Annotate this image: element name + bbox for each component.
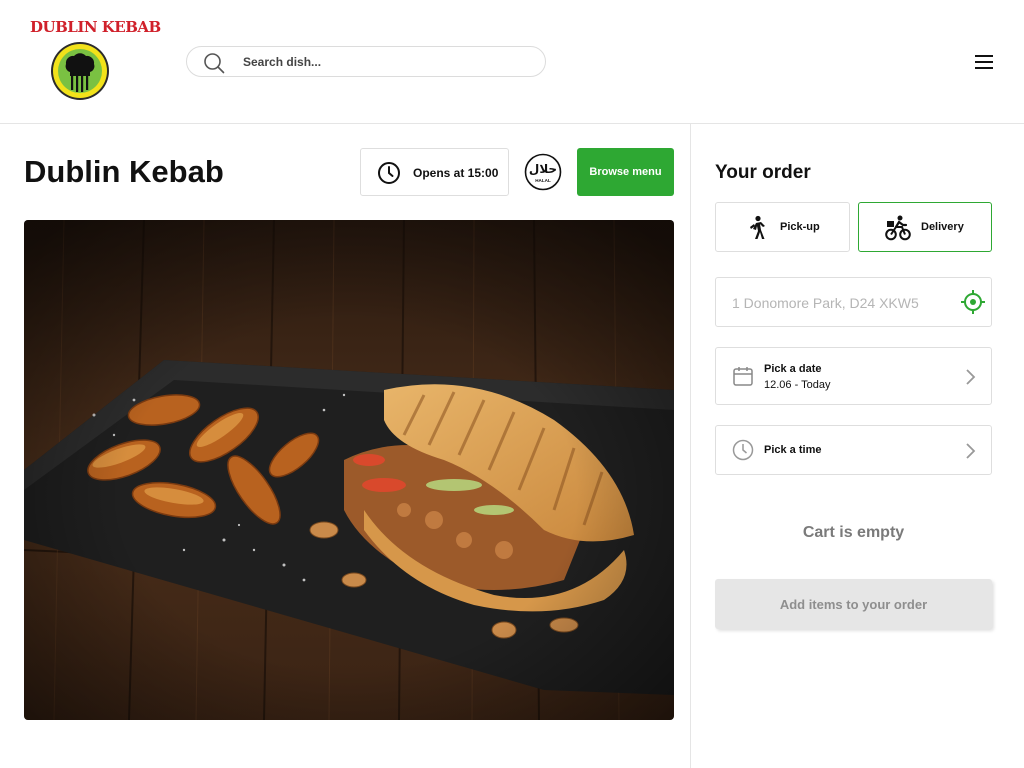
- chevron-right-icon: [966, 369, 976, 385]
- restaurant-name: Dublin Kebab: [24, 154, 224, 189]
- walking-person-icon: [750, 215, 765, 239]
- opening-hours-badge: Opens at 15:00: [360, 148, 509, 196]
- chevron-right-icon: [966, 443, 976, 459]
- site-header: DUBLIN KEBAB: [0, 0, 1024, 124]
- hamburger-menu-icon[interactable]: [972, 52, 996, 72]
- cyclist-icon: [885, 215, 911, 241]
- search-bar[interactable]: [186, 46, 546, 77]
- halal-badge-icon: حلال HALAL: [524, 153, 562, 191]
- chef-hat-cutlery-emblem-icon: [51, 42, 109, 100]
- browse-menu-button[interactable]: Browse menu: [577, 148, 674, 196]
- date-picker[interactable]: Pick a date 12.06 - Today: [715, 347, 992, 405]
- halal-arabic-text: حلال: [529, 162, 557, 176]
- delivery-option-button[interactable]: Delivery: [858, 202, 992, 252]
- time-picker-label: Pick a time: [764, 444, 822, 456]
- pickup-option-button[interactable]: Pick-up: [715, 202, 850, 252]
- delivery-address-field[interactable]: [715, 277, 992, 327]
- delivery-label: Delivery: [921, 221, 964, 233]
- opening-hours-label: Opens at 15:00: [413, 166, 499, 180]
- search-input[interactable]: [243, 51, 533, 73]
- address-input[interactable]: [732, 292, 952, 314]
- cart-status: Cart is empty: [802, 524, 905, 541]
- logo-wordmark: DUBLIN KEBAB: [30, 18, 161, 36]
- clock-icon: [732, 439, 754, 461]
- pickup-label: Pick-up: [780, 221, 820, 233]
- column-divider: [690, 124, 691, 768]
- halal-label-text: HALAL: [535, 178, 551, 183]
- restaurant-logo[interactable]: DUBLIN KEBAB: [30, 16, 161, 106]
- date-picker-label: Pick a date: [764, 363, 822, 375]
- calendar-icon: [733, 367, 753, 386]
- time-picker[interactable]: Pick a time: [715, 425, 992, 475]
- locate-target-icon[interactable]: [960, 289, 986, 315]
- hero-image: [24, 220, 674, 720]
- clock-icon: [378, 162, 400, 184]
- search-icon: [204, 53, 225, 74]
- date-picker-value: 12.06 - Today: [764, 379, 831, 391]
- order-panel-title: Your order: [715, 162, 811, 183]
- add-items-button[interactable]: Add items to your order: [715, 579, 992, 629]
